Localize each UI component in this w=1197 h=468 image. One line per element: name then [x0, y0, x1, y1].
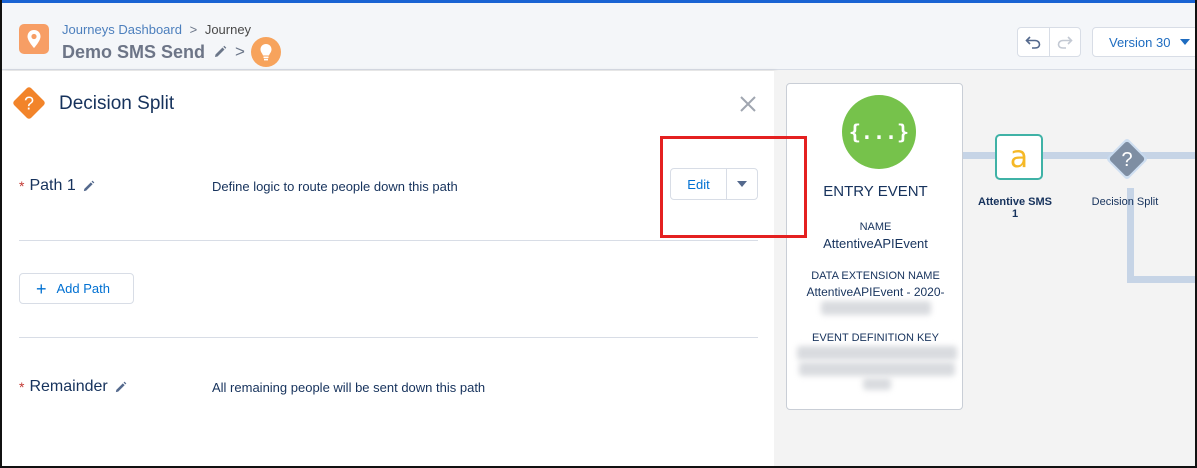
- undo-redo-group: [1017, 27, 1081, 57]
- breadcrumb-journey: Journey: [204, 22, 252, 37]
- svg-text:?: ?: [24, 94, 34, 114]
- version-dropdown[interactable]: Version 30: [1092, 27, 1197, 57]
- attentive-sms-node[interactable]: a: [995, 134, 1043, 180]
- redacted-text: [863, 378, 891, 390]
- edit-remainder-pencil-icon[interactable]: [114, 381, 127, 394]
- entry-name-value: AttentiveAPIEvent: [823, 236, 928, 251]
- journey-title: Demo SMS Send: [62, 41, 206, 62]
- chevron-down-icon: [1180, 39, 1191, 45]
- decision-split-node[interactable]: ?: [1098, 130, 1156, 188]
- version-label: Version 30: [1109, 34, 1171, 50]
- connector-line: [1127, 276, 1197, 283]
- decision-split-icon: ?: [11, 85, 47, 121]
- path-1-name: Path 1: [29, 177, 76, 194]
- breadcrumb-separator: >: [189, 22, 198, 37]
- chevron-right-icon: >: [235, 42, 245, 61]
- add-path-label: Add Path: [56, 281, 111, 296]
- redacted-text: [799, 362, 955, 376]
- lightbulb-icon[interactable]: [250, 37, 281, 67]
- top-accent-line: [0, 0, 1197, 3]
- redo-icon: [1057, 36, 1073, 49]
- location-pin-icon: [19, 24, 49, 54]
- path-1-label: * Path 1: [19, 177, 95, 195]
- journey-title-row: Demo SMS Send >: [62, 37, 281, 67]
- decision-split-label: Decision Split: [1091, 196, 1159, 208]
- redacted-text: [797, 346, 957, 360]
- close-icon[interactable]: [738, 94, 758, 114]
- data-extension-label: DATA EXTENSION NAME: [811, 270, 940, 282]
- undo-button[interactable]: [1018, 28, 1049, 56]
- path-1-description: Define logic to route people down this p…: [212, 179, 458, 194]
- plus-icon: +: [36, 278, 47, 299]
- edit-path-name-pencil-icon[interactable]: [82, 180, 95, 193]
- divider: [19, 240, 758, 241]
- attentive-logo-icon: a: [1009, 139, 1029, 175]
- remainder-name: Remainder: [29, 378, 108, 395]
- required-marker: *: [19, 178, 25, 194]
- edit-title-pencil-icon[interactable]: [213, 45, 227, 59]
- attentive-sms-label: Attentive SMS 1: [972, 196, 1058, 220]
- required-marker: *: [19, 379, 25, 395]
- sms-label-line2: 1: [1011, 208, 1019, 220]
- journey-header: Journeys Dashboard > Journey Demo SMS Se…: [2, 3, 1197, 70]
- add-path-button[interactable]: + Add Path: [19, 273, 134, 304]
- remainder-label: * Remainder: [19, 378, 127, 396]
- api-event-icon: {...}: [842, 95, 916, 169]
- decision-question-icon: ?: [1121, 149, 1132, 171]
- breadcrumb-journeys-dashboard[interactable]: Journeys Dashboard: [62, 22, 182, 37]
- remainder-description: All remaining people will be sent down t…: [212, 380, 486, 395]
- divider: [19, 337, 758, 338]
- highlight-box: [660, 136, 807, 238]
- undo-icon: [1025, 36, 1041, 49]
- entry-event-title: ENTRY EVENT: [823, 183, 928, 200]
- sms-label-line1: Attentive SMS: [978, 196, 1052, 208]
- breadcrumb: Journeys Dashboard > Journey: [62, 22, 251, 37]
- panel-title: Decision Split: [59, 93, 175, 114]
- entry-name-label: NAME: [859, 221, 892, 233]
- entry-event-card[interactable]: {...} ENTRY EVENT NAME AttentiveAPIEvent…: [786, 83, 963, 410]
- event-definition-key-label: EVENT DEFINITION KEY: [812, 332, 939, 344]
- redo-button[interactable]: [1048, 28, 1081, 56]
- redacted-text: [821, 301, 931, 315]
- decision-split-panel: ? Decision Split * Path 1 Define logic t…: [2, 71, 774, 468]
- data-extension-value: AttentiveAPIEvent - 2020-: [806, 285, 945, 299]
